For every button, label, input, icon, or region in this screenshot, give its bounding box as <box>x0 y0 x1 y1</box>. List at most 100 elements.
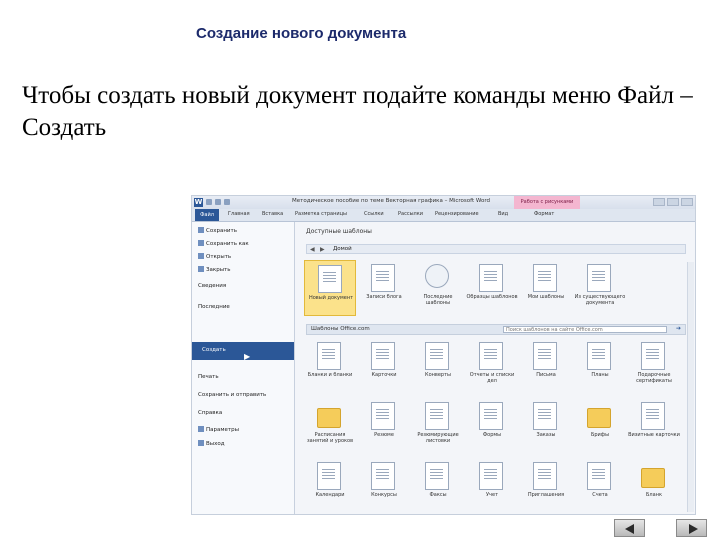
home-link[interactable]: Домой <box>333 246 352 252</box>
template-label: Бланк <box>646 492 662 498</box>
office-template-tile[interactable]: Отчеты и списки дел <box>466 338 518 394</box>
template-path-bar: ◀ ▶ Домой <box>306 244 686 254</box>
template-label: Приглашения <box>527 492 565 498</box>
tab-references[interactable]: Ссылки <box>364 211 384 217</box>
template-label: Заказы <box>536 432 556 438</box>
template-label: Конкурсы <box>371 492 397 498</box>
template-label: Календари <box>315 492 345 498</box>
nav-save-as[interactable]: Сохранить как <box>198 240 249 247</box>
previous-slide-button[interactable] <box>614 519 645 537</box>
nav-print[interactable]: Печать <box>198 374 219 380</box>
back-arrow-icon[interactable]: ◀ <box>310 246 315 253</box>
nav-exit[interactable]: Выход <box>198 440 225 447</box>
office-template-tile[interactable]: Приглашения <box>520 458 572 514</box>
template-label: Факсы <box>429 492 447 498</box>
office-template-tile[interactable]: Подарочные сертификаты <box>628 338 680 394</box>
office-template-folder[interactable]: Брифы <box>574 398 626 454</box>
blog-post-icon <box>371 264 395 292</box>
office-template-tile[interactable]: Факсы <box>412 458 464 514</box>
document-icon <box>317 342 341 370</box>
nav-help[interactable]: Справка <box>198 410 222 416</box>
nav-info[interactable]: Сведения <box>198 283 226 289</box>
search-go-icon[interactable]: ➔ <box>676 325 681 332</box>
office-template-tile[interactable]: Планы <box>574 338 626 394</box>
template-label: Визитные карточки <box>628 432 680 438</box>
tab-view[interactable]: Вид <box>498 211 508 217</box>
template-label: Учет <box>486 492 498 498</box>
word-app-icon[interactable]: W <box>194 198 203 207</box>
nav-recent[interactable]: Последние <box>198 304 230 310</box>
nav-options[interactable]: Параметры <box>198 426 239 433</box>
office-template-tile[interactable]: Визитные карточки <box>628 398 680 454</box>
document-icon <box>371 402 395 430</box>
office-template-tile[interactable]: Резюмирующие листовки <box>412 398 464 454</box>
office-search-input[interactable] <box>503 326 667 333</box>
template-label: Резюмирующие листовки <box>417 432 459 444</box>
office-template-tile[interactable]: Конкурсы <box>358 458 410 514</box>
next-slide-button[interactable] <box>676 519 707 537</box>
template-label: Подарочные сертификаты <box>636 372 672 384</box>
office-template-tile[interactable]: Заказы <box>520 398 572 454</box>
available-templates-title: Доступные шаблоны <box>306 228 372 235</box>
quick-access-toolbar <box>206 199 246 206</box>
tab-home[interactable]: Главная <box>228 211 250 217</box>
template-blog-post[interactable]: Записи блога <box>358 260 410 316</box>
nav-close[interactable]: Закрыть <box>198 266 231 273</box>
office-template-tile[interactable]: Конверты <box>412 338 464 394</box>
template-label: Последние шаблоны <box>423 294 453 306</box>
office-template-tile[interactable]: Резюме <box>358 398 410 454</box>
tab-format[interactable]: Формат <box>534 211 554 217</box>
tab-page-layout[interactable]: Разметка страницы <box>295 211 347 217</box>
save-icon[interactable] <box>206 199 212 205</box>
nav-save-send[interactable]: Сохранить и отправить <box>198 392 266 398</box>
template-label: Образцы шаблонов <box>466 294 518 300</box>
template-blank-document[interactable]: Новый документ <box>304 260 356 316</box>
mouse-cursor-icon: ▶ <box>244 352 251 361</box>
template-label: Записи блога <box>366 294 402 300</box>
tab-mailings[interactable]: Рассылки <box>398 211 423 217</box>
ribbon-tabs: Файл Главная Вставка Разметка страницы С… <box>192 209 695 222</box>
office-template-tile[interactable]: Письма <box>520 338 572 394</box>
maximize-icon[interactable] <box>667 198 679 206</box>
vertical-scrollbar[interactable] <box>687 262 694 512</box>
minimize-icon[interactable] <box>653 198 665 206</box>
document-icon <box>371 462 395 490</box>
redo-icon[interactable] <box>224 199 230 205</box>
office-template-tile[interactable]: Карточки <box>358 338 410 394</box>
template-recent[interactable]: Последние шаблоны <box>412 260 464 316</box>
forward-arrow-icon[interactable]: ▶ <box>320 246 325 253</box>
slide-title: Создание нового документа <box>196 25 407 42</box>
office-template-folder[interactable]: Расписания занятий и уроков <box>304 398 356 454</box>
office-template-folder[interactable]: Бланк <box>628 458 680 514</box>
office-template-tile[interactable]: Бланки и бланки <box>304 338 356 394</box>
calendar-icon <box>317 462 341 490</box>
document-icon <box>425 342 449 370</box>
tab-insert[interactable]: Вставка <box>262 211 283 217</box>
nav-new-selected[interactable]: Создать <box>192 342 294 360</box>
template-samples[interactable]: Образцы шаблонов <box>466 260 518 316</box>
template-label: Отчеты и списки дел <box>469 372 515 384</box>
template-label: Письма <box>536 372 556 378</box>
office-templates-bar: Шаблоны Office.com ➔ <box>306 324 686 335</box>
document-star-icon <box>587 264 611 292</box>
document-icon <box>641 402 665 430</box>
document-icon <box>533 402 557 430</box>
arrow-right-icon <box>689 524 698 534</box>
office-template-tile[interactable]: Учет <box>466 458 518 514</box>
office-template-tile[interactable]: Счета <box>574 458 626 514</box>
template-label: Из существующего документа <box>574 294 626 306</box>
folder-icon <box>587 408 611 428</box>
office-template-tile[interactable]: Формы <box>466 398 518 454</box>
tab-review[interactable]: Рецензирование <box>435 211 479 217</box>
document-icon <box>425 402 449 430</box>
title-bar: W Методическое пособие по теме Векторная… <box>192 196 695 210</box>
close-icon[interactable] <box>681 198 693 206</box>
template-from-existing[interactable]: Из существующего документа <box>574 260 626 316</box>
template-my-templates[interactable]: Мои шаблоны <box>520 260 572 316</box>
office-template-tile[interactable]: Календари <box>304 458 356 514</box>
tab-file[interactable]: Файл <box>195 209 219 221</box>
undo-icon[interactable] <box>215 199 221 205</box>
nav-open[interactable]: Открыть <box>198 253 231 260</box>
document-icon <box>479 462 503 490</box>
nav-save[interactable]: Сохранить <box>198 227 237 234</box>
